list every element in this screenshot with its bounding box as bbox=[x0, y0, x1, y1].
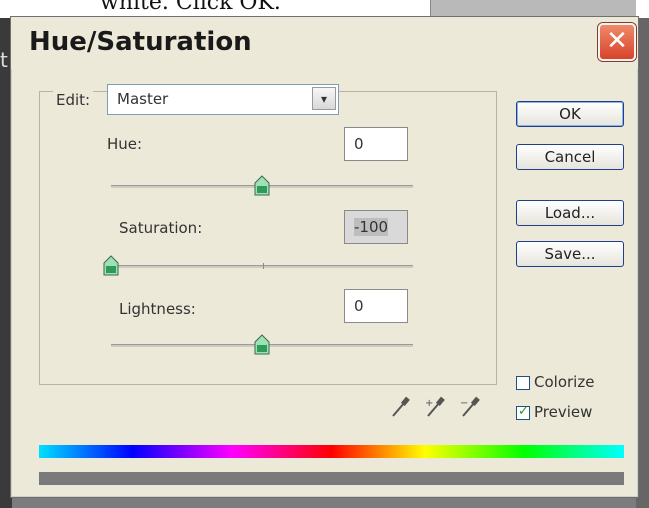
svg-text:+: + bbox=[425, 398, 433, 409]
edit-dropdown-value: Master bbox=[117, 90, 169, 108]
eyedropper-plus-icon[interactable]: + bbox=[424, 394, 446, 420]
saturation-label: Saturation: bbox=[119, 219, 203, 237]
close-icon: ✕ bbox=[606, 26, 628, 56]
load-button[interactable]: Load... bbox=[516, 200, 624, 226]
lightness-slider-thumb[interactable] bbox=[254, 334, 270, 356]
lightness-input[interactable]: 0 bbox=[344, 289, 408, 323]
hue-input[interactable]: 0 bbox=[344, 127, 408, 161]
saturation-input-value: -100 bbox=[354, 218, 389, 236]
saturation-slider-track[interactable] bbox=[111, 265, 413, 268]
eyedropper-minus-icon[interactable]: − bbox=[459, 394, 481, 420]
ok-button[interactable]: OK bbox=[516, 101, 624, 127]
hue-slider-thumb[interactable] bbox=[254, 175, 270, 197]
hue-label: Hue: bbox=[107, 135, 143, 153]
edit-label: Edit: bbox=[53, 91, 94, 109]
saturation-input[interactable]: -100 bbox=[344, 210, 408, 244]
hue-saturation-dialog: Hue/Saturation ✕ Edit: Master ▾ Hue: 0 S… bbox=[10, 16, 639, 498]
cancel-button[interactable]: Cancel bbox=[516, 144, 624, 170]
preview-checkbox[interactable]: ✓ bbox=[516, 404, 530, 420]
colorize-label: Colorize bbox=[534, 373, 595, 391]
lightness-label: Lightness: bbox=[119, 300, 196, 318]
title-bar[interactable]: Hue/Saturation ✕ bbox=[11, 17, 638, 69]
background-tab-strip bbox=[430, 0, 636, 16]
dialog-title: Hue/Saturation bbox=[29, 27, 252, 57]
preview-label: Preview bbox=[534, 403, 593, 421]
background-document-text: white. Click OK. bbox=[100, 0, 281, 15]
save-button[interactable]: Save... bbox=[516, 241, 624, 267]
saturation-center-tick bbox=[263, 263, 264, 269]
adjusted-spectrum-bar bbox=[39, 472, 624, 485]
hue-spectrum-bar bbox=[39, 445, 624, 458]
close-button[interactable]: ✕ bbox=[598, 23, 636, 61]
eyedropper-icon[interactable] bbox=[389, 394, 411, 420]
chevron-down-icon[interactable]: ▾ bbox=[312, 87, 336, 110]
checkmark-icon: ✓ bbox=[518, 404, 529, 419]
saturation-slider-thumb[interactable] bbox=[103, 255, 119, 277]
svg-text:−: − bbox=[460, 398, 468, 409]
edit-dropdown[interactable]: Master ▾ bbox=[107, 84, 339, 115]
colorize-checkbox[interactable] bbox=[516, 376, 530, 390]
